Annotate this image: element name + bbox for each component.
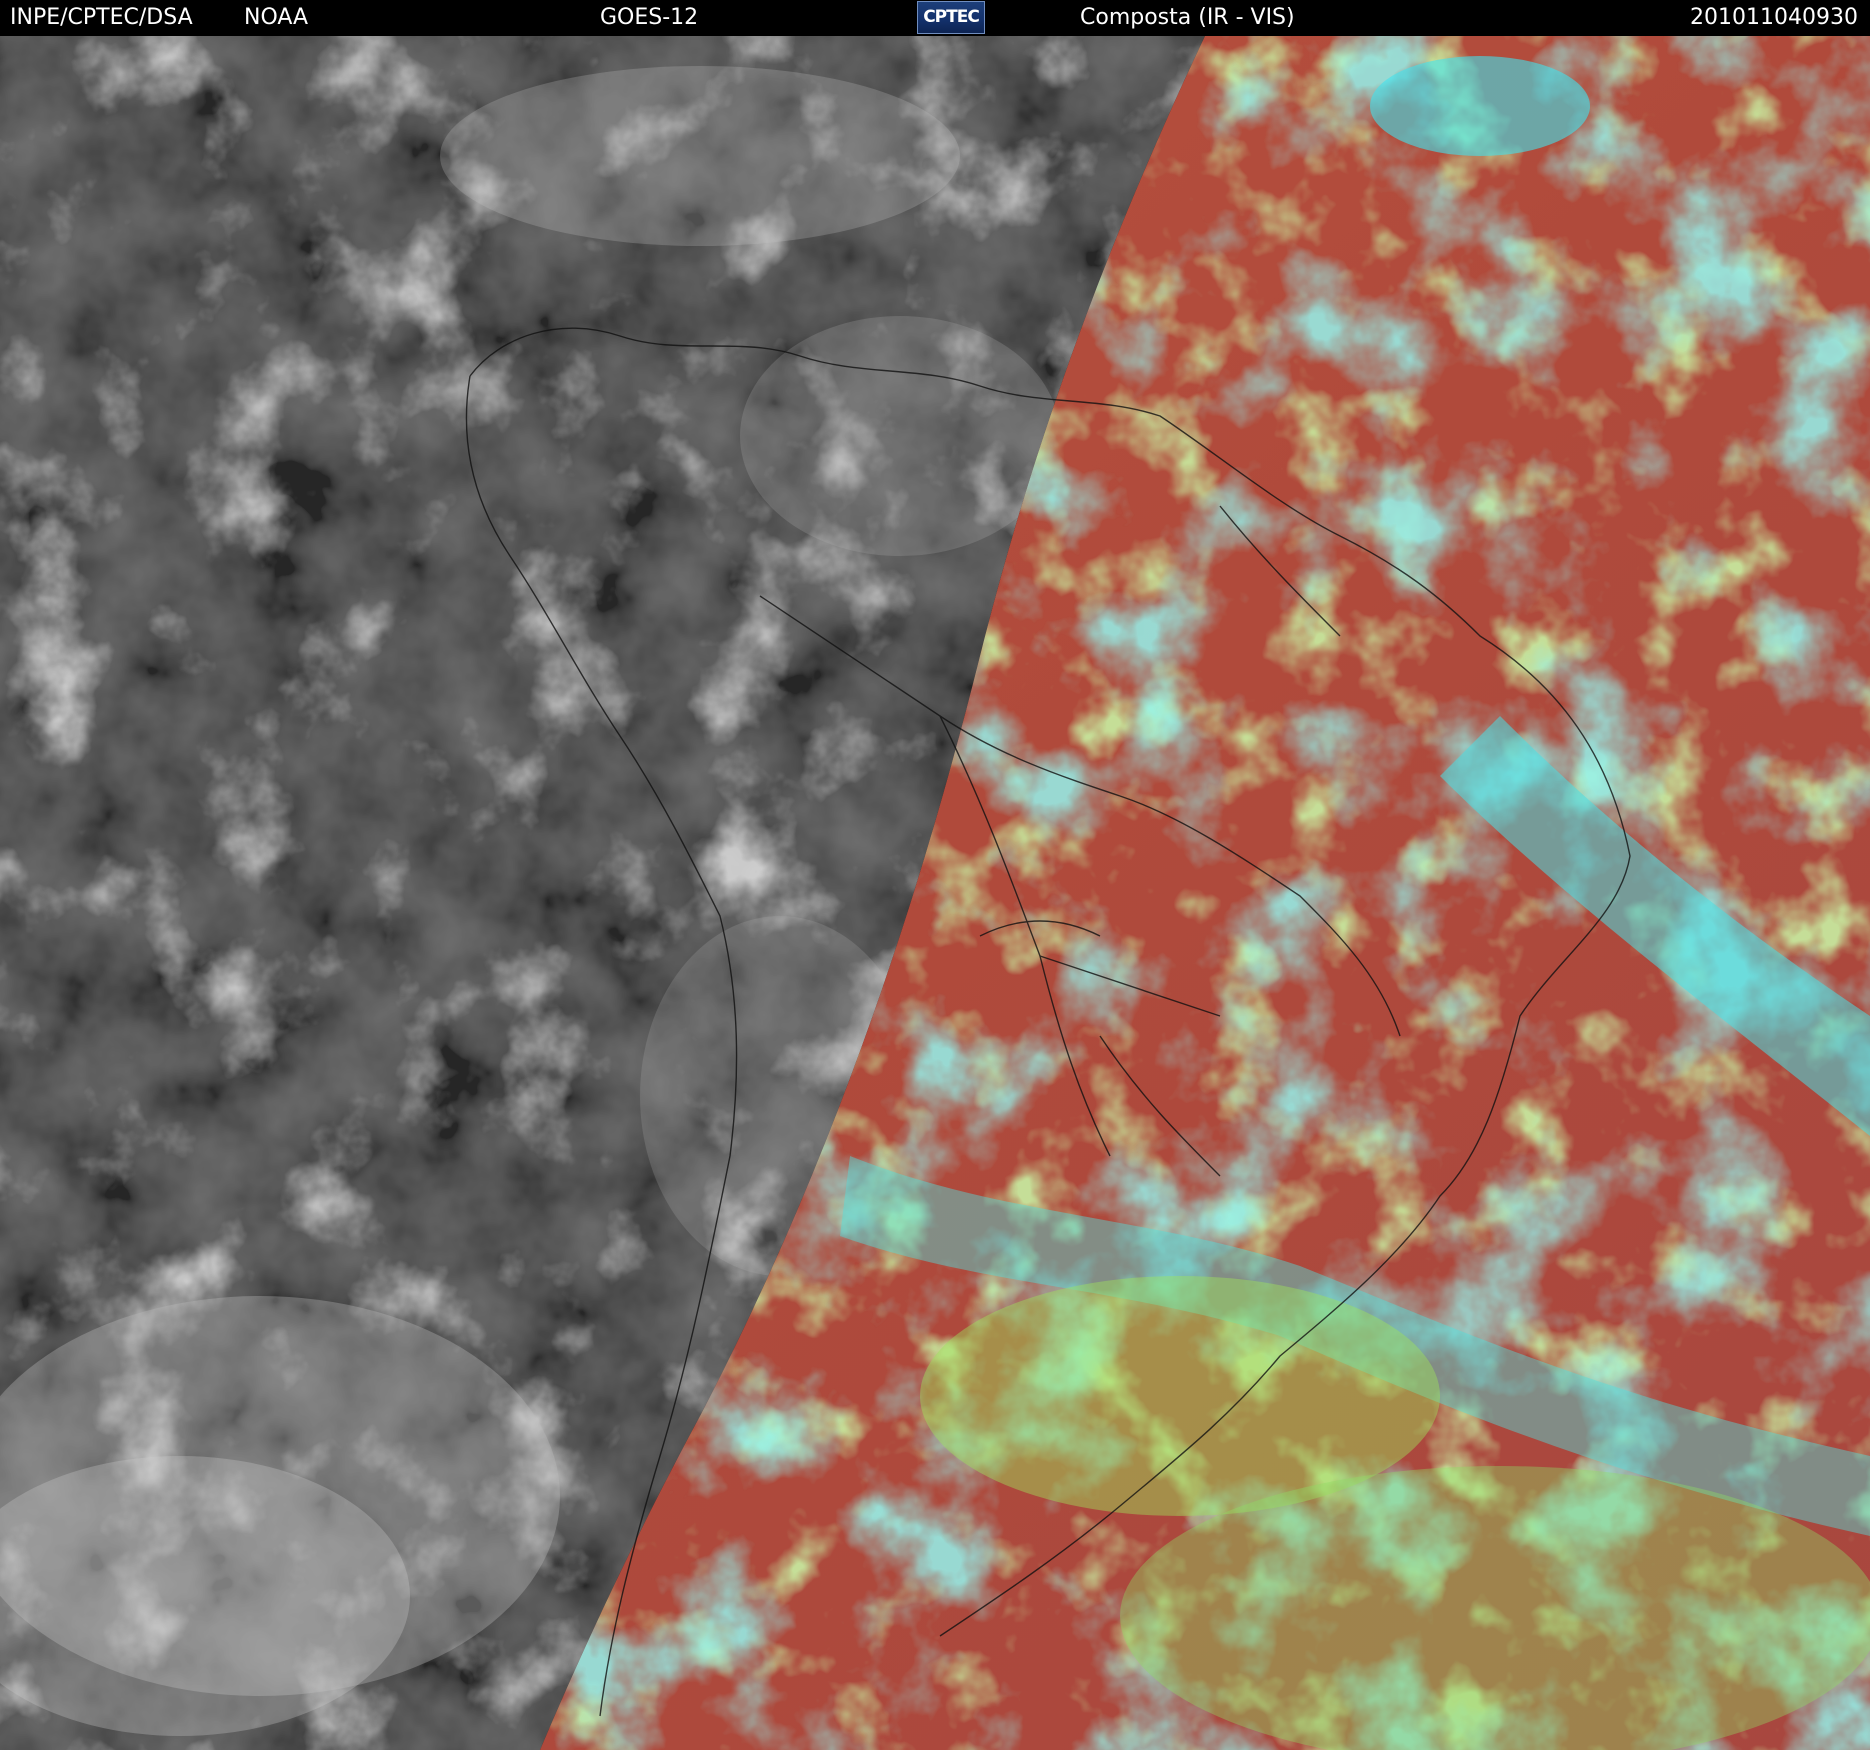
satellite-label: GOES-12 <box>600 5 699 30</box>
agency-label: INPE/CPTEC/DSA <box>10 5 193 30</box>
product-label: Composta (IR - VIS) <box>1080 5 1295 30</box>
satellite-composite-svg <box>0 36 1870 1750</box>
logo-text: CPTEC <box>923 7 980 27</box>
provider-label: NOAA <box>244 5 309 30</box>
image-header-bar: INPE/CPTEC/DSA NOAA GOES-12 CPTEC Compos… <box>0 0 1870 36</box>
satellite-image <box>0 36 1870 1750</box>
cptec-logo-icon: CPTEC <box>917 1 985 34</box>
timestamp-label: 201011040930 <box>1690 5 1858 30</box>
